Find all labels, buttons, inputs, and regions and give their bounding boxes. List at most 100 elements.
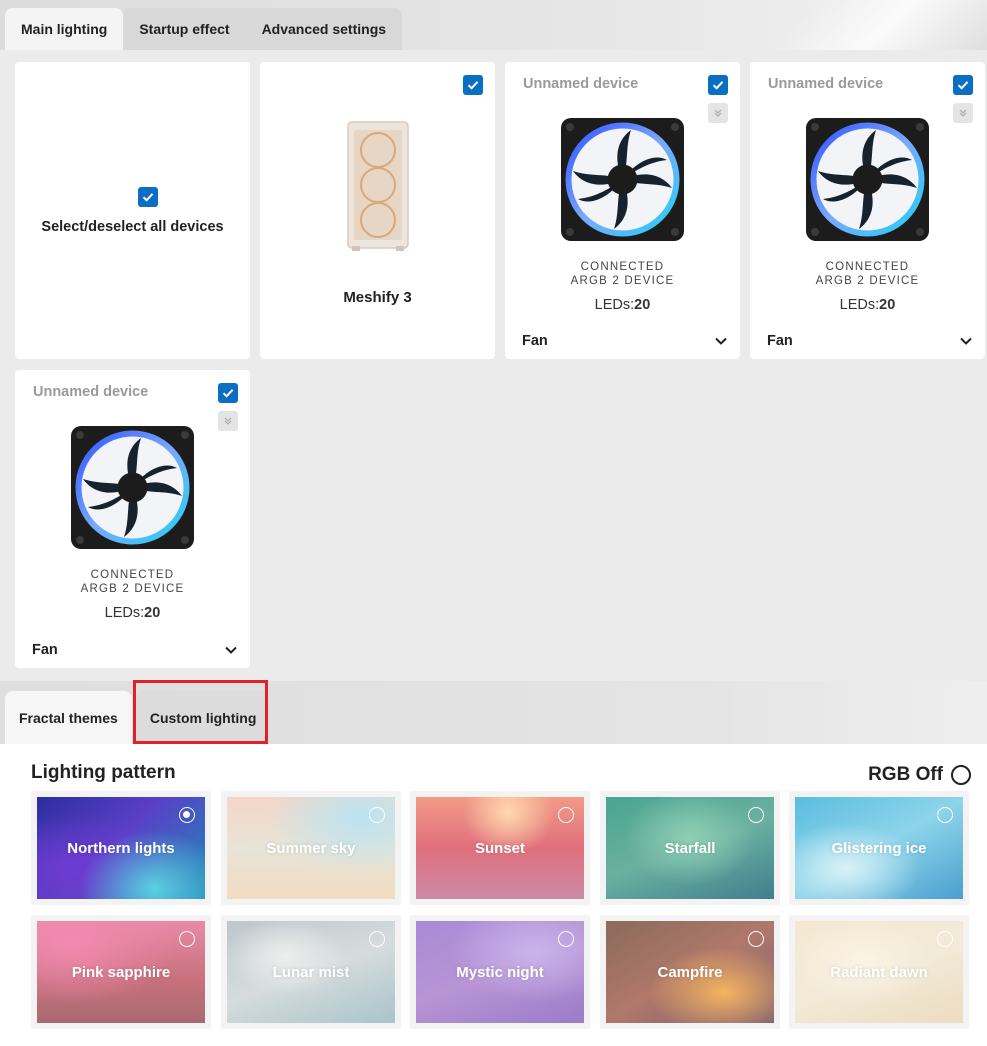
fan-checkbox[interactable] <box>953 75 973 95</box>
checkmark-icon <box>712 81 724 90</box>
checkmark-icon <box>467 81 479 90</box>
pattern-image: Pink sapphire <box>37 921 205 1023</box>
pattern-tile-mystic-night[interactable]: Mystic night <box>410 915 590 1029</box>
chevron-down-icon <box>225 646 237 654</box>
pattern-label: Glistering ice <box>831 840 927 857</box>
device-type-dropdown[interactable]: Fan <box>522 333 728 349</box>
pattern-radio[interactable] <box>369 807 385 823</box>
pattern-tile-summer-sky[interactable]: Summer sky <box>221 791 401 905</box>
expand-led-button[interactable] <box>953 103 973 123</box>
fan-image-icon <box>71 426 194 549</box>
bottom-tabs: Fractal themes Custom lighting <box>5 691 271 744</box>
checkmark-icon <box>222 389 234 398</box>
devices-area: Select/deselect all devices Meshify 3 Un… <box>0 50 987 681</box>
fan-card[interactable]: Unnamed device CONNECTED ARGB 2 DEVICE L… <box>750 62 985 359</box>
lighting-pattern-panel: Lighting pattern RGB Off Northern lights… <box>0 744 987 1046</box>
lighting-pattern-title: Lighting pattern <box>31 762 176 783</box>
pattern-label: Pink sapphire <box>71 964 171 981</box>
pattern-tile-pink-sapphire[interactable]: Pink sapphire <box>31 915 211 1029</box>
select-all-checkbox[interactable] <box>138 187 158 207</box>
pattern-radio[interactable] <box>558 931 574 947</box>
pattern-tile-glistering-ice[interactable]: Glistering ice <box>789 791 969 905</box>
bottom-tabbar: Fractal themes Custom lighting <box>0 681 987 744</box>
pattern-radio[interactable] <box>558 807 574 823</box>
pattern-image: Radiant dawn <box>795 921 963 1023</box>
device-name: Unnamed device <box>33 384 149 400</box>
pattern-label: Campfire <box>657 964 723 981</box>
double-chevron-down-icon <box>714 109 722 117</box>
pattern-radio[interactable] <box>179 807 195 823</box>
case-checkbox[interactable] <box>463 75 483 95</box>
device-type-dropdown[interactable]: Fan <box>767 333 973 349</box>
pattern-image: Starfall <box>606 797 774 899</box>
fan-card[interactable]: Unnamed device CONNECTED ARGB 2 DEVICE L… <box>15 370 250 668</box>
expand-led-button[interactable] <box>218 411 238 431</box>
device-type-dropdown[interactable]: Fan <box>32 642 238 658</box>
tab-main-lighting[interactable]: Main lighting <box>5 8 124 50</box>
select-all-label: Select/deselect all devices <box>41 219 224 235</box>
case-card[interactable]: Meshify 3 <box>260 62 495 359</box>
pattern-label: Radiant dawn <box>830 964 928 981</box>
pattern-radio[interactable] <box>748 931 764 947</box>
pattern-image: Northern lights <box>37 797 205 899</box>
connection-status: CONNECTED ARGB 2 DEVICE <box>815 261 920 287</box>
device-name: Unnamed device <box>768 76 884 92</box>
connection-status: CONNECTED ARGB 2 DEVICE <box>80 569 185 595</box>
rgb-off-toggle[interactable]: RGB Off <box>868 764 971 786</box>
fan-card[interactable]: Unnamed device CONNECTED ARGB 2 DEVICE L… <box>505 62 740 359</box>
case-name: Meshify 3 <box>343 289 412 306</box>
fan-image-icon <box>806 118 929 241</box>
top-tabs: Main lighting Startup effect Advanced se… <box>5 8 403 50</box>
pattern-image: Summer sky <box>227 797 395 899</box>
connection-status: CONNECTED ARGB 2 DEVICE <box>570 261 675 287</box>
device-type-label: Fan <box>32 642 58 658</box>
led-count: LEDs:20 <box>839 297 896 313</box>
chevron-down-icon <box>715 337 727 345</box>
pattern-tile-northern-lights[interactable]: Northern lights <box>31 791 211 905</box>
pattern-label: Sunset <box>474 840 525 857</box>
fan-checkbox[interactable] <box>218 383 238 403</box>
led-count: LEDs:20 <box>594 297 651 313</box>
pattern-radio[interactable] <box>937 807 953 823</box>
device-type-label: Fan <box>767 333 793 349</box>
fan-checkbox[interactable] <box>708 75 728 95</box>
pattern-tile-starfall[interactable]: Starfall <box>600 791 780 905</box>
pattern-image: Mystic night <box>416 921 584 1023</box>
pattern-radio[interactable] <box>369 931 385 947</box>
pattern-tile-sunset[interactable]: Sunset <box>410 791 590 905</box>
pattern-tile-radiant-dawn[interactable]: Radiant dawn <box>789 915 969 1029</box>
pattern-label: Northern lights <box>67 840 175 857</box>
pattern-label: Lunar mist <box>272 964 350 981</box>
pattern-label: Summer sky <box>266 840 356 857</box>
pattern-label: Mystic night <box>456 964 544 981</box>
device-name: Unnamed device <box>523 76 639 92</box>
tab-startup-effect[interactable]: Startup effect <box>123 8 245 50</box>
rgb-off-label: RGB Off <box>868 764 943 785</box>
double-chevron-down-icon <box>224 417 232 425</box>
select-all-card[interactable]: Select/deselect all devices <box>15 62 250 359</box>
pattern-image: Lunar mist <box>227 921 395 1023</box>
device-type-label: Fan <box>522 333 548 349</box>
led-count: LEDs:20 <box>104 605 161 621</box>
pattern-image: Glistering ice <box>795 797 963 899</box>
rgb-off-radio[interactable] <box>951 765 971 785</box>
top-tabbar: Main lighting Startup effect Advanced se… <box>0 0 987 50</box>
tab-custom-lighting[interactable]: Custom lighting <box>135 691 271 744</box>
pattern-radio[interactable] <box>937 931 953 947</box>
pattern-image: Campfire <box>606 921 774 1023</box>
chevron-down-icon <box>960 337 972 345</box>
checkmark-icon <box>957 81 969 90</box>
inactive-tab-group: Startup effect Advanced settings <box>123 8 403 50</box>
case-image-icon <box>347 121 409 251</box>
pattern-image: Sunset <box>416 797 584 899</box>
pattern-tile-lunar-mist[interactable]: Lunar mist <box>221 915 401 1029</box>
pattern-radio[interactable] <box>179 931 195 947</box>
pattern-label: Starfall <box>664 840 716 857</box>
tab-fractal-themes[interactable]: Fractal themes <box>5 691 132 744</box>
pattern-tile-campfire[interactable]: Campfire <box>600 915 780 1029</box>
double-chevron-down-icon <box>959 109 967 117</box>
fan-image-icon <box>561 118 684 241</box>
expand-led-button[interactable] <box>708 103 728 123</box>
tab-advanced-settings[interactable]: Advanced settings <box>246 8 402 50</box>
pattern-radio[interactable] <box>748 807 764 823</box>
